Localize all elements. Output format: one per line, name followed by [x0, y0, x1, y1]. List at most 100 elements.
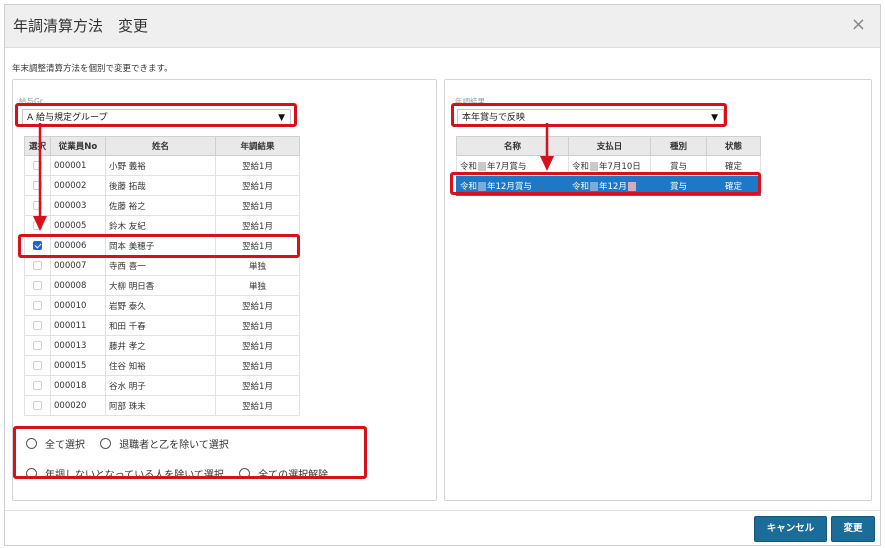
employee-no: 000005: [50, 215, 106, 236]
checkbox[interactable]: [33, 180, 42, 190]
employee-name: 小野 義裕: [105, 155, 216, 176]
adjust-result: 翌給1月: [215, 395, 300, 416]
radio-select-all-label: 全て選択: [45, 440, 85, 451]
table-row[interactable]: 000008 大柳 明日香 単独: [24, 275, 300, 296]
table-row[interactable]: 000003 佐藤 裕之 翌給1月: [24, 195, 300, 216]
employee-name: 谷水 明子: [105, 375, 216, 396]
row-checkbox-cell[interactable]: [24, 275, 51, 296]
checkbox[interactable]: [33, 320, 42, 330]
checkbox[interactable]: [33, 400, 42, 410]
result-panel: 年調結果 本年賞与で反映 ▼ 名称 支払日 種別 状態 令和 年7月賞与 令和 年7月…: [444, 79, 872, 501]
table-row[interactable]: 000001 小野 義裕 翌給1月: [24, 155, 300, 176]
employee-name: 和田 千春: [105, 315, 216, 336]
radio-exclude-no-adjust[interactable]: 年調しないとなっている人を除いて選択: [26, 466, 224, 481]
column-header-bonus-name[interactable]: 名称: [456, 136, 569, 156]
adjust-result: 単独: [215, 275, 300, 296]
pay-date: 令和 年7月10日: [568, 155, 651, 176]
adjust-result: 翌給1月: [215, 335, 300, 356]
table-row[interactable]: 000020 阿部 珠未 翌給1月: [24, 395, 300, 416]
checkbox[interactable]: [33, 300, 42, 310]
column-header-name[interactable]: 姓名: [105, 136, 216, 156]
row-checkbox-cell[interactable]: [24, 215, 51, 236]
table-row[interactable]: 000015 住谷 知裕 翌給1月: [24, 355, 300, 376]
cancel-button[interactable]: キャンセル: [754, 516, 827, 542]
checkbox[interactable]: [33, 360, 42, 370]
adjust-result: 翌給1月: [215, 155, 300, 176]
row-checkbox-cell[interactable]: [24, 235, 51, 256]
checkbox[interactable]: [33, 200, 42, 210]
row-checkbox-cell[interactable]: [24, 315, 51, 336]
radio-select-all[interactable]: 全て選択: [26, 436, 85, 451]
employee-table-header: 選択 従業員No 姓名 年調結果: [24, 136, 300, 156]
column-header-pay-date[interactable]: 支払日: [568, 136, 651, 156]
table-row[interactable]: 000007 寺西 喜一 単独: [24, 255, 300, 276]
checkbox[interactable]: [33, 260, 42, 270]
bonus-table-header: 名称 支払日 種別 状態: [456, 136, 761, 156]
employee-name: 藤井 孝之: [105, 335, 216, 356]
row-checkbox-cell[interactable]: [24, 255, 51, 276]
table-row[interactable]: 000013 藤井 孝之 翌給1月: [24, 335, 300, 356]
radio-clear-all[interactable]: 全ての選択解除: [239, 466, 328, 481]
adjust-result: 翌給1月: [215, 195, 300, 216]
column-header-type[interactable]: 種別: [650, 136, 707, 156]
checkbox[interactable]: [33, 340, 42, 350]
row-checkbox-cell[interactable]: [24, 195, 51, 216]
employee-name: 住谷 知裕: [105, 355, 216, 376]
adjust-result: 翌給1月: [215, 375, 300, 396]
bonus-status: 確定: [706, 155, 761, 176]
radio-circle-icon: [100, 438, 112, 449]
radio-exclude-retired[interactable]: 退職者と乙を除いて選択: [100, 436, 229, 451]
table-row[interactable]: 000002 後藤 拓哉 翌給1月: [24, 175, 300, 196]
column-header-select[interactable]: 選択: [24, 136, 51, 156]
checkbox[interactable]: [33, 380, 42, 390]
column-header-result[interactable]: 年調結果: [215, 136, 300, 156]
checkbox[interactable]: [33, 220, 42, 230]
table-row[interactable]: 000011 和田 千春 翌給1月: [24, 315, 300, 336]
row-checkbox-cell[interactable]: [24, 155, 51, 176]
group-select[interactable]: A 給与規定グループ ▼: [22, 109, 291, 125]
group-select-value: A 給与規定グループ: [27, 113, 108, 123]
adjust-result: 翌給1月: [215, 355, 300, 376]
result-select[interactable]: 本年賞与で反映 ▼: [457, 109, 724, 125]
employee-no: 000010: [50, 295, 106, 316]
bonus-name-rest: 年7月賞与: [487, 161, 527, 172]
employee-no: 000007: [50, 255, 106, 276]
adjust-result: 翌給1月: [215, 295, 300, 316]
result-label: 年調結果: [455, 97, 485, 106]
close-icon[interactable]: ×: [851, 14, 866, 35]
adjust-result: 翌給1月: [215, 315, 300, 336]
employee-no: 000001: [50, 155, 106, 176]
row-checkbox-cell[interactable]: [24, 395, 51, 416]
column-header-status[interactable]: 状態: [706, 136, 761, 156]
pay-date-rest: 年12月: [599, 181, 627, 192]
redacted-block: [590, 181, 599, 191]
employee-no: 000015: [50, 355, 106, 376]
employee-no: 000013: [50, 335, 106, 356]
checkbox[interactable]: [33, 280, 42, 290]
table-row[interactable]: 000006 岡本 美穂子 翌給1月: [24, 235, 300, 256]
row-checkbox-cell[interactable]: [24, 375, 51, 396]
checkbox[interactable]: [33, 160, 42, 170]
checkbox[interactable]: [33, 240, 42, 250]
employee-table: 選択 従業員No 姓名 年調結果 000001 小野 義裕 翌給1月 000002 後藤…: [24, 136, 300, 416]
radio-clear-all-label: 全ての選択解除: [258, 470, 329, 481]
table-row[interactable]: 令和 年12月賞与 令和 年12月 賞与 確定: [456, 175, 761, 196]
employee-no: 000008: [50, 275, 106, 296]
table-row[interactable]: 000018 谷水 明子 翌給1月: [24, 375, 300, 396]
table-row[interactable]: 000010 岩野 泰久 翌給1月: [24, 295, 300, 316]
row-checkbox-cell[interactable]: [24, 355, 51, 376]
change-button[interactable]: 変更: [831, 516, 875, 542]
row-checkbox-cell[interactable]: [24, 295, 51, 316]
table-row[interactable]: 令和 年7月賞与 令和 年7月10日 賞与 確定: [456, 155, 761, 176]
employee-no: 000006: [50, 235, 106, 256]
employee-name: 岡本 美穂子: [105, 235, 216, 256]
table-row[interactable]: 000005 鈴木 友紀 翌給1月: [24, 215, 300, 236]
column-header-employee-no[interactable]: 従業員No: [50, 136, 106, 156]
employee-name: 岩野 泰久: [105, 295, 216, 316]
row-checkbox-cell[interactable]: [24, 335, 51, 356]
result-select-value: 本年賞与で反映: [462, 113, 526, 123]
employee-no: 000011: [50, 315, 106, 336]
bonus-type: 賞与: [650, 175, 707, 196]
row-checkbox-cell[interactable]: [24, 175, 51, 196]
selection-options-row2: 年調しないとなっている人を除いて選択 全ての選択解除: [26, 466, 340, 482]
